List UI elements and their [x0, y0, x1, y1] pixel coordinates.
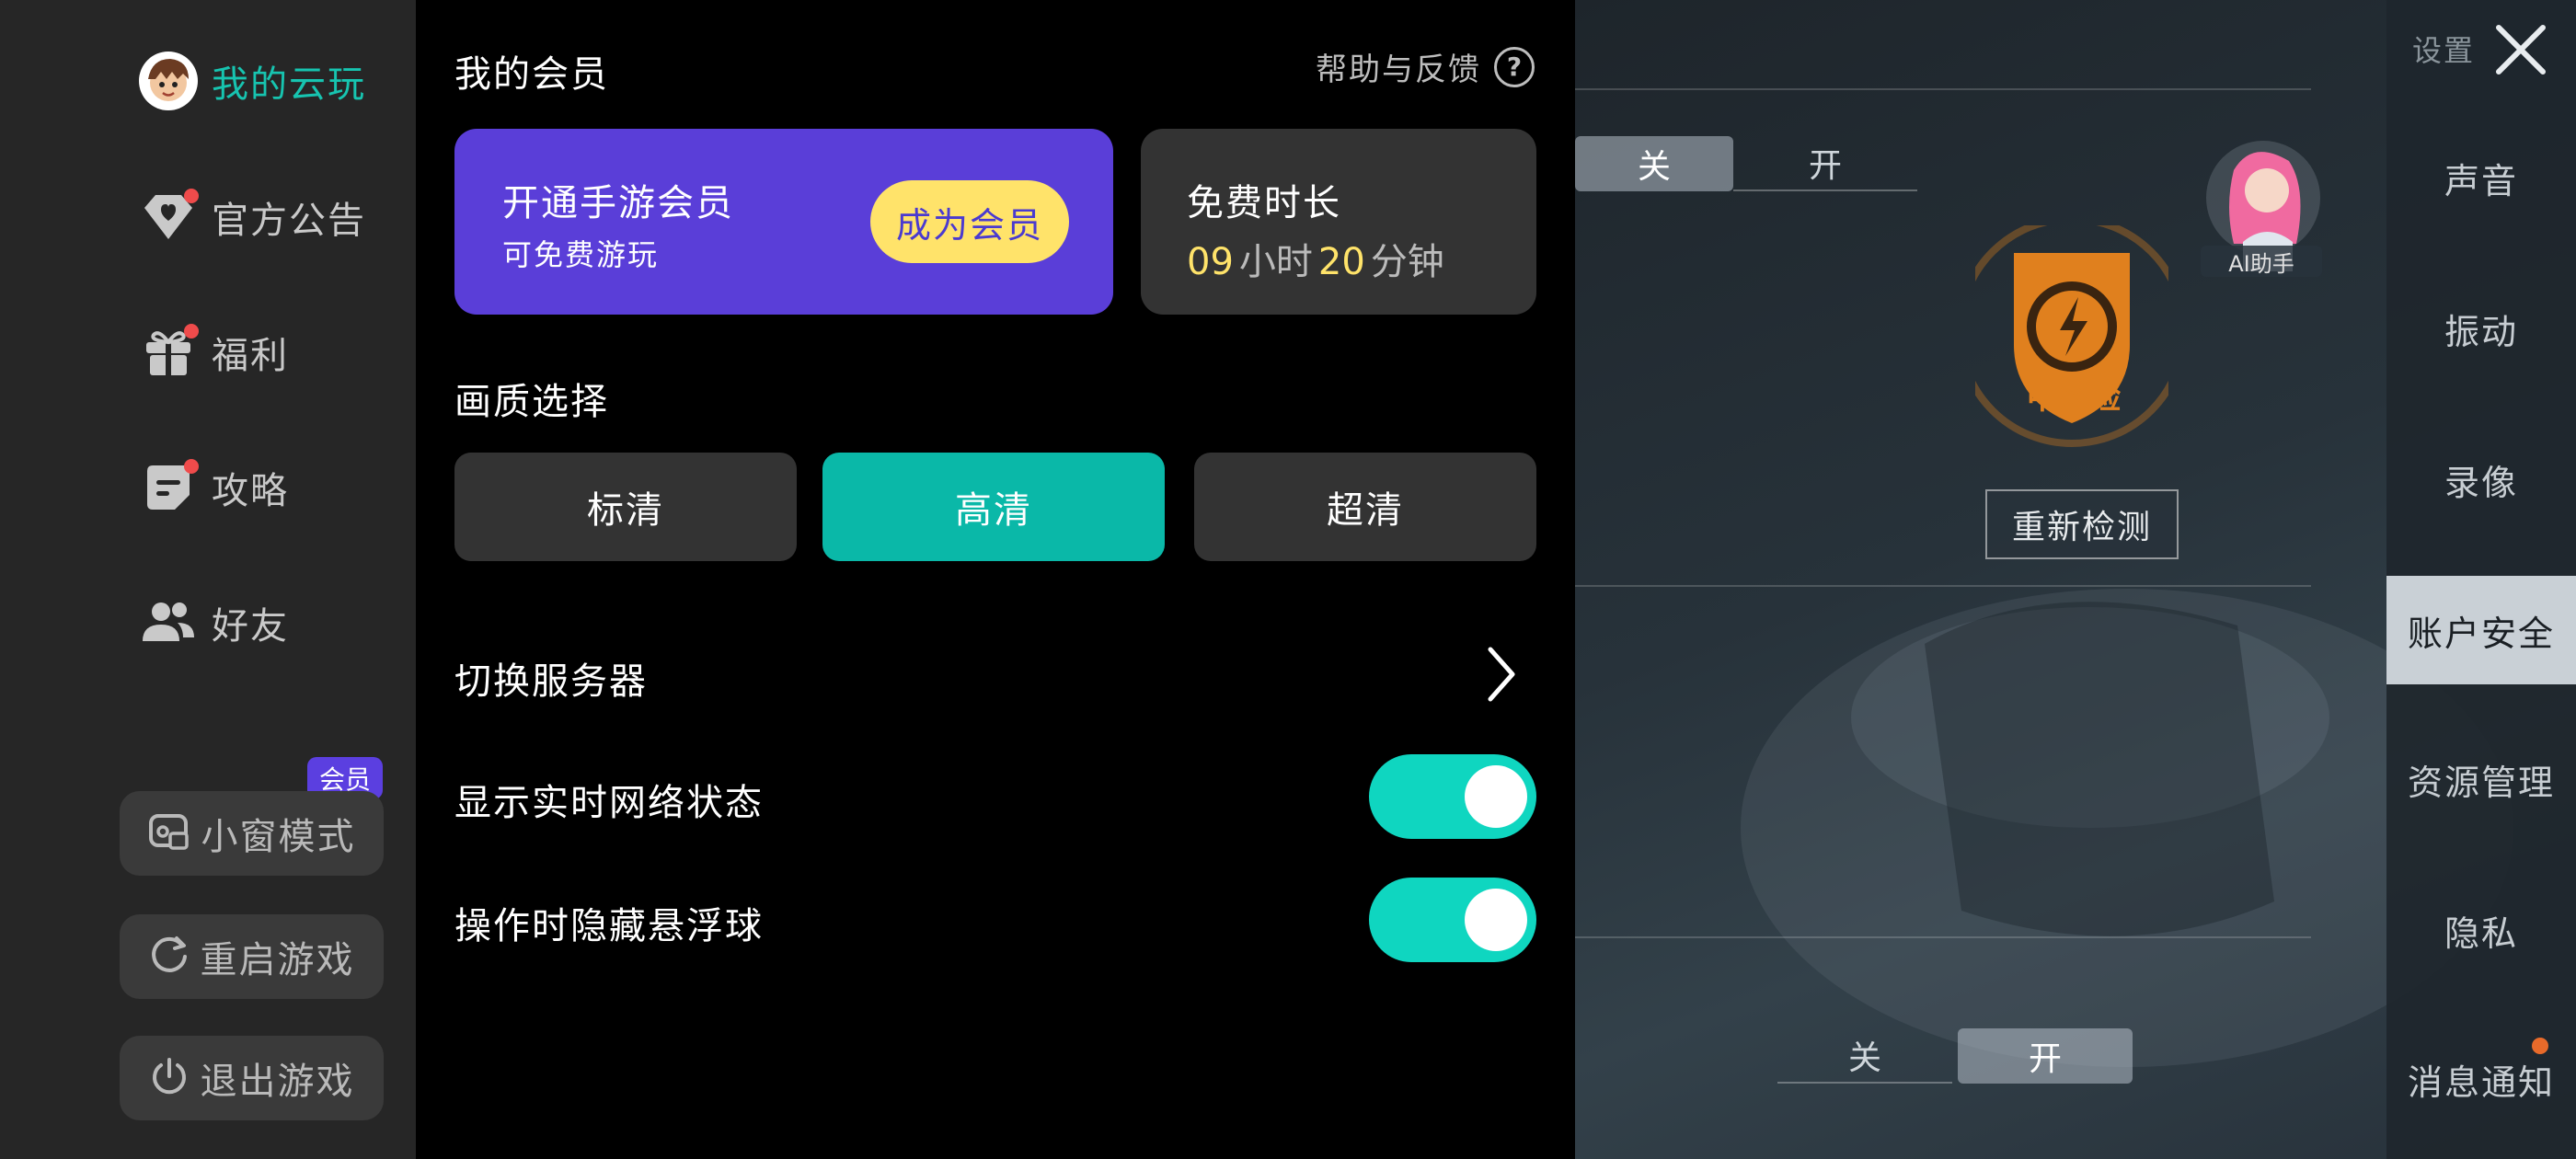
settings-panel: 我的会员 帮助与反馈 ? 开通手游会员 可免费游玩 成为会员 免费时长 09 小时…	[416, 0, 1575, 1159]
membership-title: 我的会员	[454, 53, 609, 96]
friends-icon	[138, 592, 199, 653]
top-off-option[interactable]: 关	[1575, 136, 1733, 191]
nav-label: 福利	[212, 335, 289, 377]
nav-my-cloud[interactable]: 我的云玩	[138, 44, 366, 118]
nav-label-my-cloud: 我的云玩	[212, 63, 366, 106]
free-time-card: 免费时长 09 小时 20 分钟	[1141, 129, 1536, 315]
hide-float-toggle[interactable]	[1369, 878, 1536, 962]
nav-label: 攻略	[212, 470, 289, 512]
notification-dot	[184, 324, 199, 339]
bottom-on-option[interactable]: 开	[1958, 1028, 2133, 1084]
free-time-value: 09 小时 20 分钟	[1187, 232, 1450, 285]
show-network-toggle[interactable]	[1369, 754, 1536, 839]
recheck-button[interactable]: 重新检测	[1985, 489, 2179, 559]
show-network-label: 显示实时网络状态	[454, 782, 764, 824]
help-feedback-label: 帮助与反馈	[1316, 52, 1481, 88]
gift-icon	[138, 322, 199, 383]
settings-item-notifications[interactable]: 消息通知	[2386, 1025, 2576, 1133]
nav-item-announcement[interactable]: 官方公告	[138, 180, 366, 254]
free-time-hours: 09	[1187, 241, 1234, 283]
toggle-knob	[1465, 765, 1527, 828]
restart-game-label: 重启游戏	[200, 939, 355, 981]
toggle-knob	[1465, 889, 1527, 951]
small-window-label: 小窗模式	[201, 816, 356, 858]
nav-item-friends[interactable]: 好友	[138, 586, 289, 660]
risk-level-text: 中风险	[2027, 380, 2121, 417]
avatar	[138, 51, 199, 111]
quality-uhd-button[interactable]: 超清	[1194, 453, 1536, 561]
left-nav: 我的云玩 官方公告 福利 攻略 好友 会员 小窗模式 重启游戏 退出游戏	[0, 0, 416, 1159]
vip-card-subtitle: 可免费游玩	[502, 237, 660, 272]
nav-label: 官方公告	[212, 200, 366, 242]
notification-dot	[2532, 1038, 2548, 1054]
small-window-icon	[148, 811, 190, 855]
settings-item-account-security[interactable]: 账户安全	[2386, 576, 2576, 684]
free-time-title: 免费时长	[1187, 182, 1341, 224]
exit-game-label: 退出游戏	[200, 1061, 355, 1103]
divider	[1575, 936, 2311, 938]
minutes-unit: 分钟	[1370, 241, 1444, 283]
settings-item-sound[interactable]: 声音	[2386, 123, 2576, 232]
quality-hd-button[interactable]: 高清	[822, 453, 1165, 561]
settings-tab-label[interactable]: 设置	[2412, 28, 2475, 70]
settings-item-recording[interactable]: 录像	[2386, 425, 2576, 534]
chevron-right-icon[interactable]	[1483, 644, 1520, 705]
ai-helper-label: AI助手	[2201, 246, 2322, 277]
nav-item-welfare[interactable]: 福利	[138, 316, 289, 389]
close-icon[interactable]	[2491, 20, 2550, 79]
notification-dot	[184, 459, 199, 474]
bottom-off-option[interactable]: 关	[1777, 1028, 1952, 1084]
help-feedback-link[interactable]: 帮助与反馈 ?	[1316, 44, 1535, 89]
settings-item-vibration[interactable]: 振动	[2386, 274, 2576, 383]
notification-dot	[184, 189, 199, 203]
risk-shield-icon	[1975, 225, 2168, 447]
nav-item-guide[interactable]: 攻略	[138, 451, 289, 524]
free-time-minutes: 20	[1317, 241, 1365, 283]
hours-unit: 小时	[1238, 241, 1313, 283]
restart-game-button[interactable]: 重启游戏	[120, 914, 384, 999]
guide-note-icon	[138, 457, 199, 518]
become-vip-button[interactable]: 成为会员	[870, 180, 1069, 263]
top-on-option[interactable]: 开	[1733, 136, 1917, 191]
divider	[1575, 585, 2311, 587]
switch-server-label[interactable]: 切换服务器	[454, 651, 648, 705]
exit-game-button[interactable]: 退出游戏	[120, 1036, 384, 1120]
refresh-icon	[149, 935, 190, 979]
diamond-heart-icon	[138, 187, 199, 247]
power-icon	[149, 1056, 190, 1100]
vip-card-title: 开通手游会员	[502, 182, 734, 224]
settings-item-privacy[interactable]: 隐私	[2386, 876, 2576, 984]
quality-title: 画质选择	[454, 381, 609, 423]
small-window-button[interactable]: 小窗模式	[120, 791, 384, 876]
nav-label: 好友	[212, 605, 289, 648]
settings-item-resources[interactable]: 资源管理	[2386, 725, 2576, 833]
vip-card: 开通手游会员 可免费游玩 成为会员	[454, 129, 1113, 315]
game-settings-sidebar: 声音 振动 录像 账户安全 资源管理 隐私 消息通知	[2386, 0, 2576, 1159]
divider	[1575, 88, 2311, 90]
question-icon: ?	[1494, 46, 1535, 87]
hide-float-label: 操作时隐藏悬浮球	[454, 905, 764, 947]
quality-sd-button[interactable]: 标清	[454, 453, 797, 561]
